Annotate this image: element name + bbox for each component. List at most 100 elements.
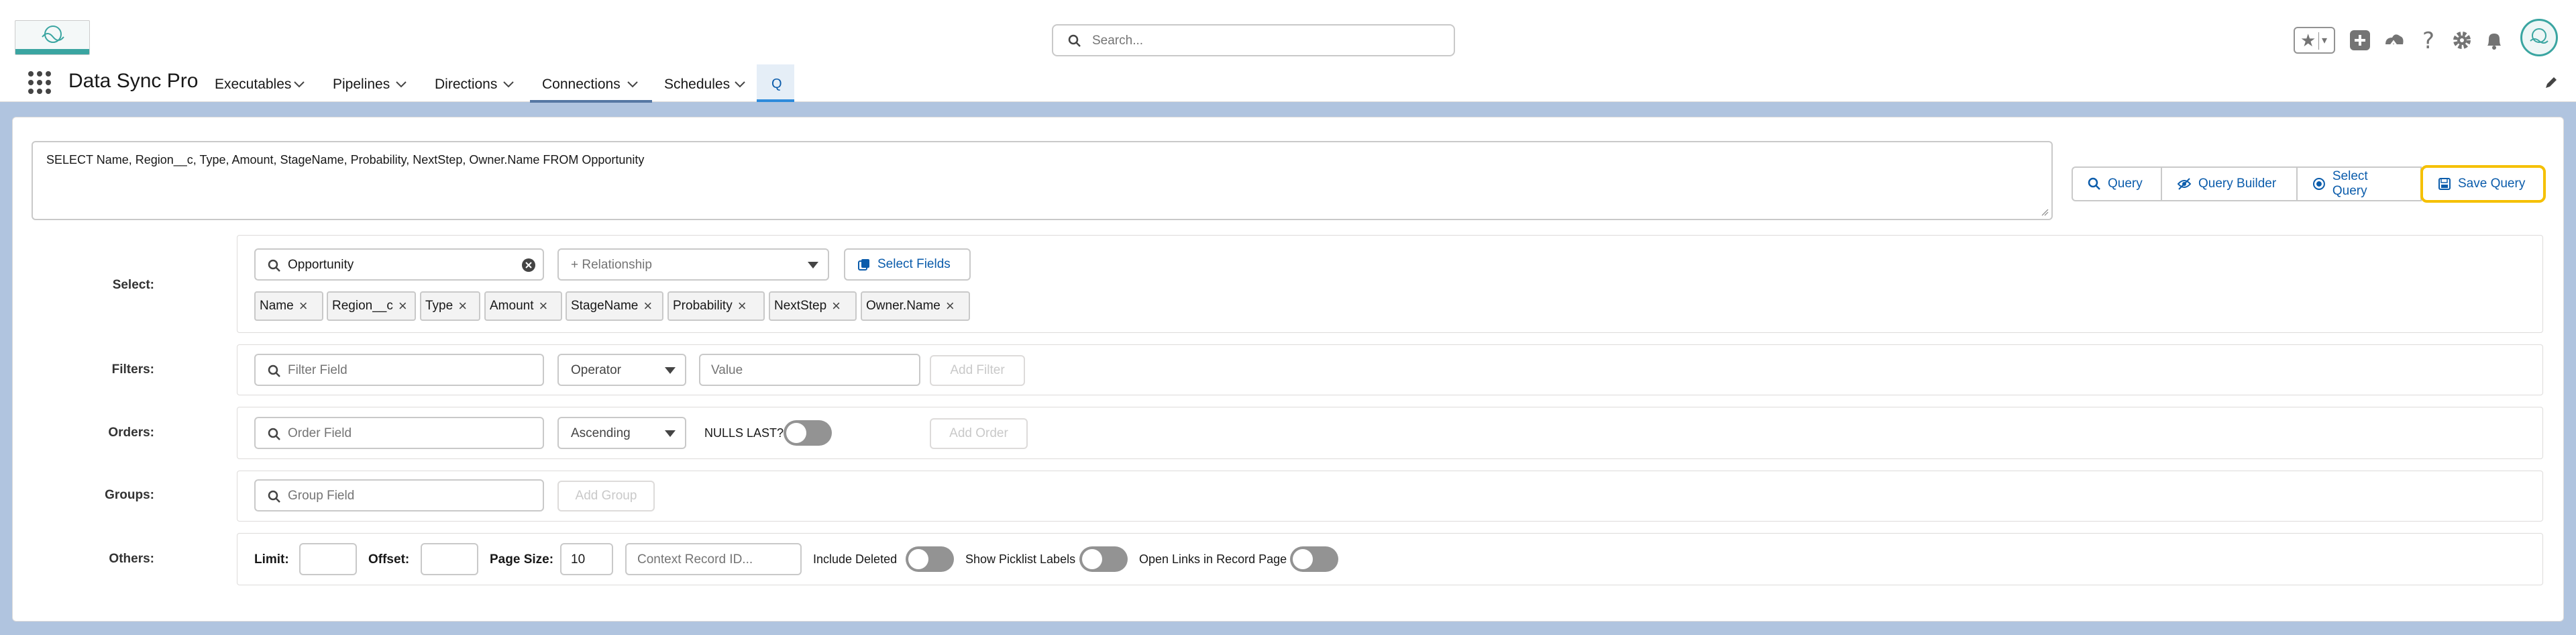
search-icon (2088, 177, 2100, 190)
offset-input[interactable] (421, 543, 478, 575)
search-icon (1068, 34, 1081, 47)
nav-item-pipelines[interactable]: Pipelines (333, 77, 390, 93)
operator-select[interactable]: Operator (557, 354, 686, 386)
resize-handle-icon[interactable] (2041, 208, 2049, 216)
add-filter-button[interactable]: Add Filter (930, 355, 1025, 386)
help-icon[interactable]: ? (2416, 28, 2440, 52)
nav-item-executables[interactable]: Executables (215, 77, 291, 93)
order-direction-value: Ascending (571, 426, 631, 440)
user-avatar[interactable] (2520, 19, 2558, 56)
field-pill-label: NextStep (774, 299, 827, 313)
toggle-knob (1082, 549, 1102, 569)
field-pill: Owner.Name × (861, 291, 970, 321)
show-picklist-labels-toggle[interactable] (1079, 546, 1128, 572)
caret-down-icon (665, 430, 676, 437)
page-size-value: 10 (571, 552, 586, 567)
filter-value-input[interactable]: Value (699, 354, 920, 386)
save-query-button[interactable]: Save Query (2420, 165, 2546, 203)
remove-x-icon[interactable]: × (299, 299, 308, 313)
query-button[interactable]: Query (2072, 166, 2162, 201)
notifications-bell-icon[interactable] (2482, 28, 2506, 52)
chevron-down-icon[interactable] (394, 77, 409, 91)
search-icon (268, 490, 280, 503)
order-direction-select[interactable]: Ascending (557, 417, 686, 449)
nav-item-connections[interactable]: Connections (542, 77, 621, 93)
chevron-down-icon[interactable] (501, 77, 516, 91)
select-query-button[interactable]: Select Query (2298, 166, 2422, 201)
remove-x-icon[interactable]: × (458, 299, 467, 313)
star-icon: ★ (2300, 30, 2316, 50)
remove-x-icon[interactable]: × (738, 299, 747, 313)
open-links-label: Open Links in Record Page (1139, 552, 1287, 566)
remove-x-icon[interactable]: × (643, 299, 652, 313)
nulls-last-toggle[interactable] (784, 420, 832, 446)
chevron-down-icon[interactable] (625, 77, 640, 91)
nav-selected-indicator (530, 100, 652, 103)
context-record-id-input[interactable]: Context Record ID... (625, 543, 802, 575)
caret-down-icon (808, 262, 818, 268)
limit-input[interactable] (299, 543, 357, 575)
add-group-button[interactable]: Add Group (557, 481, 655, 511)
global-actions-icon[interactable] (2348, 28, 2372, 52)
show-picklist-labels-label: Show Picklist Labels (965, 552, 1076, 566)
order-field-input[interactable]: Order Field (254, 417, 544, 449)
chevron-down-icon[interactable]: ▾ (2322, 34, 2327, 47)
app-name: Data Sync Pro (68, 70, 199, 92)
include-deleted-label: Include Deleted (813, 552, 898, 566)
field-pill-label: StageName (571, 299, 639, 313)
field-pill: Region__c × (327, 291, 416, 321)
filter-field-input[interactable]: Filter Field (254, 354, 544, 386)
remove-x-icon[interactable]: × (946, 299, 955, 313)
remove-x-icon[interactable]: × (539, 299, 547, 313)
search-icon (268, 259, 280, 272)
field-pill: Type × (420, 291, 480, 321)
setup-gear-icon[interactable] (2450, 28, 2474, 52)
remove-x-icon[interactable]: × (398, 299, 407, 313)
select-row-label: Select: (112, 278, 154, 292)
trailhead-icon[interactable] (2381, 28, 2406, 52)
orders-row-label: Orders: (108, 426, 154, 440)
field-pill: Amount × (484, 291, 562, 321)
field-pill-label: Amount (490, 299, 534, 313)
select-object-input[interactable]: Opportunity (254, 248, 544, 281)
save-disk-icon (2438, 178, 2451, 190)
soql-query-textarea[interactable]: SELECT Name, Region__c, Type, Amount, St… (32, 141, 2053, 220)
field-pill: Probability × (667, 291, 765, 321)
tab-query[interactable]: Q (757, 64, 794, 102)
app-launcher-icon[interactable] (28, 71, 51, 94)
field-pill-label: Name (260, 299, 294, 313)
relationship-select[interactable]: + Relationship (557, 248, 829, 281)
limit-label: Limit: (254, 552, 289, 567)
field-pill-label: Probability (673, 299, 733, 313)
copy-fields-icon (858, 259, 869, 271)
clear-circle-icon[interactable] (521, 258, 536, 273)
include-deleted-toggle[interactable] (906, 546, 954, 572)
search-icon (268, 428, 280, 440)
favorites-button[interactable]: ★ ▾ (2294, 27, 2335, 54)
save-query-button-label: Save Query (2458, 177, 2526, 191)
open-links-toggle[interactable] (1290, 546, 1338, 572)
global-search-input[interactable]: Search... (1052, 24, 1455, 56)
nav-item-directions[interactable]: Directions (435, 77, 497, 93)
filter-field-placeholder: Filter Field (288, 363, 347, 377)
field-pill: StageName × (566, 291, 663, 321)
nulls-last-label: NULLS LAST? (704, 426, 784, 440)
toggle-knob (908, 549, 928, 569)
soql-query-text: SELECT Name, Region__c, Type, Amount, St… (46, 153, 645, 166)
query-builder-button[interactable]: Query Builder (2162, 166, 2298, 201)
edit-nav-pencil-icon[interactable] (2544, 75, 2559, 90)
order-field-placeholder: Order Field (288, 426, 352, 440)
field-pill-label: Type (425, 299, 453, 313)
add-order-button[interactable]: Add Order (930, 418, 1028, 449)
search-placeholder: Search... (1092, 34, 1144, 48)
group-field-input[interactable]: Group Field (254, 479, 544, 511)
others-row-label: Others: (109, 552, 154, 566)
select-fields-button[interactable]: Select Fields (844, 248, 971, 281)
page-size-input[interactable]: 10 (560, 543, 613, 575)
remove-x-icon[interactable]: × (832, 299, 841, 313)
chevron-down-icon[interactable] (733, 77, 747, 91)
nav-item-schedules[interactable]: Schedules (664, 77, 730, 93)
company-logo[interactable] (15, 20, 90, 55)
chevron-down-icon[interactable] (292, 77, 307, 91)
query-button-label: Query (2108, 177, 2143, 191)
